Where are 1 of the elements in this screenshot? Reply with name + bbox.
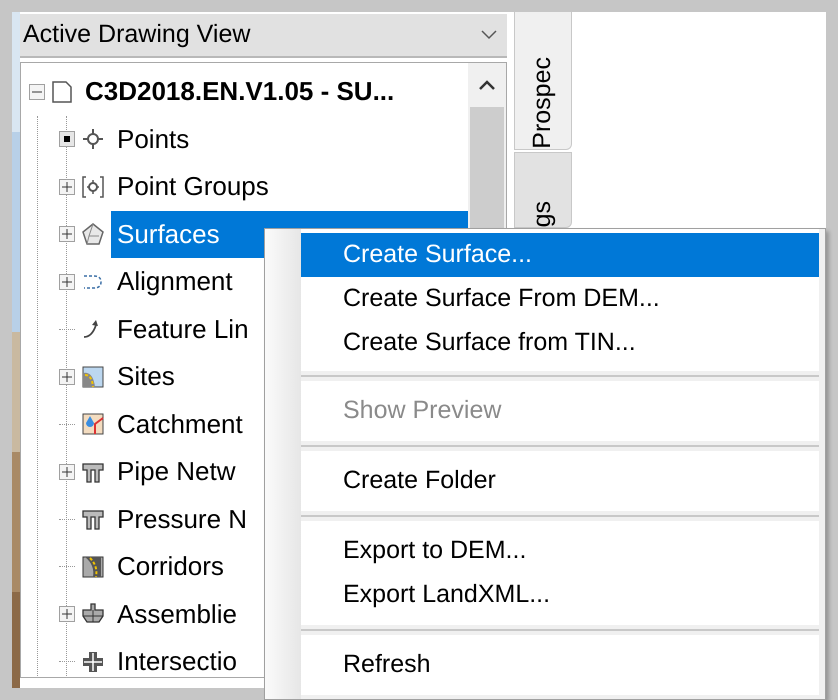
dropdown-value: Active Drawing View: [23, 19, 250, 50]
